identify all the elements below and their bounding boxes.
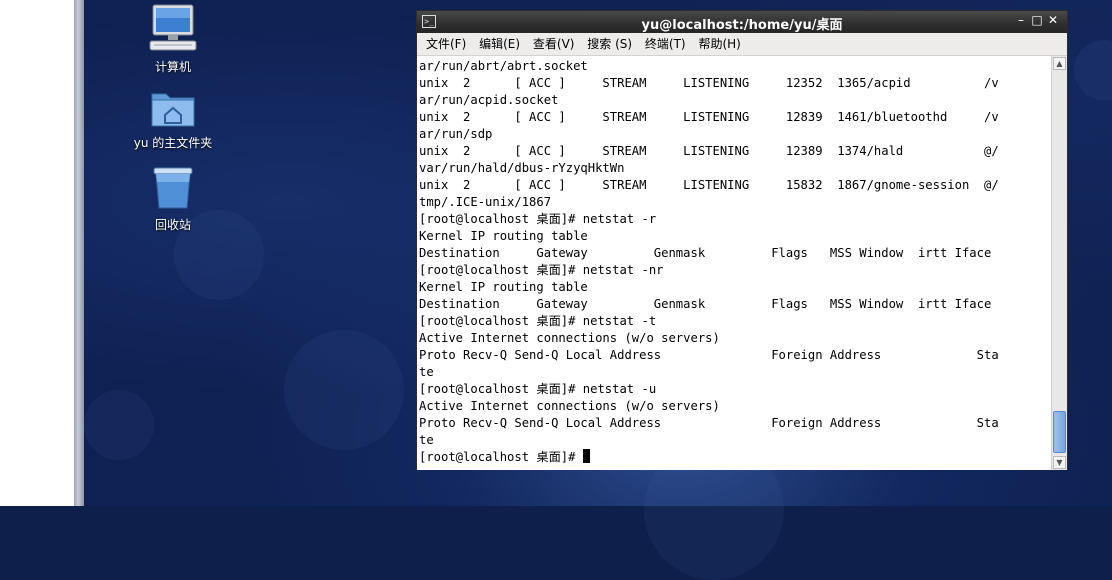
scroll-up-icon[interactable]: ▲	[1053, 57, 1066, 70]
terminal-line: Proto Recv-Q Send-Q Local Address Foreig…	[419, 348, 999, 362]
terminal-line: Kernel IP routing table	[419, 280, 588, 294]
left-panel-edge	[74, 0, 84, 506]
terminal-prompt-line: [root@localhost 桌面]#	[419, 449, 1051, 466]
terminal-line: [root@localhost 桌面]# netstat -t	[419, 314, 657, 328]
close-icon[interactable]: ✕	[1045, 13, 1061, 27]
wallpaper-bubble	[84, 390, 154, 460]
title-bar[interactable]: >_ yu@localhost:/home/yu/桌面 – □ ✕	[417, 11, 1067, 33]
computer-icon	[149, 4, 197, 51]
terminal-line: Destination Gateway Genmask Flags MSS Wi…	[419, 246, 992, 260]
terminal-line: var/run/hald/dbus-rYzyqHktWn	[419, 161, 625, 175]
scroll-down-icon[interactable]: ▼	[1053, 456, 1066, 469]
text-cursor	[582, 449, 590, 463]
scroll-thumb[interactable]	[1053, 411, 1066, 453]
desktop-icon-computer[interactable]: 计算机	[123, 4, 223, 75]
terminal-line: unix 2 [ ACC ] STREAM LISTENING 15832 18…	[419, 178, 999, 192]
terminal-line: Kernel IP routing table	[419, 229, 588, 243]
menu-terminal[interactable]: 终端(T)	[645, 37, 686, 51]
terminal-line: te	[419, 433, 434, 447]
terminal-prompt: [root@localhost 桌面]#	[419, 450, 583, 464]
minimize-icon[interactable]: –	[1013, 13, 1029, 27]
desktop-icon-home-folder[interactable]: yu 的主文件夹	[123, 88, 223, 151]
terminal-line: [root@localhost 桌面]# netstat -nr	[419, 263, 664, 277]
desktop-icon-label: 计算机	[154, 60, 191, 74]
terminal-line: ar/run/acpid.socket	[419, 93, 559, 107]
terminal-window[interactable]: >_ yu@localhost:/home/yu/桌面 – □ ✕ 文件(F) 编辑…	[416, 10, 1068, 470]
terminal-line: unix 2 [ ACC ] STREAM LISTENING 12839 14…	[419, 110, 999, 124]
menu-search[interactable]: 搜索 (S)	[587, 37, 632, 51]
menu-bar: 文件(F) 编辑(E) 查看(V) 搜索 (S) 终端(T) 帮助(H)	[417, 33, 1067, 56]
terminal-output[interactable]: ar/run/abrt/abrt.socket unix 2 [ ACC ] ST…	[417, 56, 1051, 470]
terminal-line: te	[419, 365, 434, 379]
terminal-line: unix 2 [ ACC ] STREAM LISTENING 12389 13…	[419, 144, 999, 158]
trash-icon	[153, 167, 193, 209]
terminal-line: [root@localhost 桌面]# netstat -u	[419, 382, 657, 396]
menu-help[interactable]: 帮助(H)	[698, 37, 740, 51]
menu-file[interactable]: 文件(F)	[426, 37, 466, 51]
wallpaper-bubble	[284, 330, 404, 450]
home-folder-icon	[151, 93, 195, 127]
terminal-line: unix 2 [ ACC ] STREAM LISTENING 12352 13…	[419, 76, 999, 90]
vertical-scrollbar[interactable]: ▲ ▼	[1051, 56, 1067, 470]
terminal-line: Active Internet connections (w/o servers…	[419, 399, 720, 413]
terminal-line: tmp/.ICE-unix/1867	[419, 195, 552, 209]
terminal-line: ar/run/abrt/abrt.socket	[419, 59, 588, 73]
maximize-icon[interactable]: □	[1029, 13, 1045, 27]
window-title: yu@localhost:/home/yu/桌面	[641, 18, 843, 33]
desktop-icon-label: 回收站	[154, 218, 191, 232]
menu-view[interactable]: 查看(V)	[533, 37, 575, 51]
wallpaper-bubble	[1074, 40, 1112, 100]
desktop-icon-trash[interactable]: 回收站	[123, 166, 223, 233]
terminal-line: Active Internet connections (w/o servers…	[419, 331, 720, 345]
terminal-line: Proto Recv-Q Send-Q Local Address Foreig…	[419, 416, 999, 430]
desktop-icon-label: yu 的主文件夹	[133, 136, 213, 150]
terminal-text: ar/run/abrt/abrt.socket unix 2 [ ACC ] ST…	[417, 56, 1051, 466]
terminal-line: ar/run/sdp	[419, 127, 493, 141]
left-panel	[0, 0, 74, 506]
terminal-line: [root@localhost 桌面]# netstat -r	[419, 212, 657, 226]
menu-edit[interactable]: 编辑(E)	[479, 37, 520, 51]
terminal-line: Destination Gateway Genmask Flags MSS Wi…	[419, 297, 992, 311]
